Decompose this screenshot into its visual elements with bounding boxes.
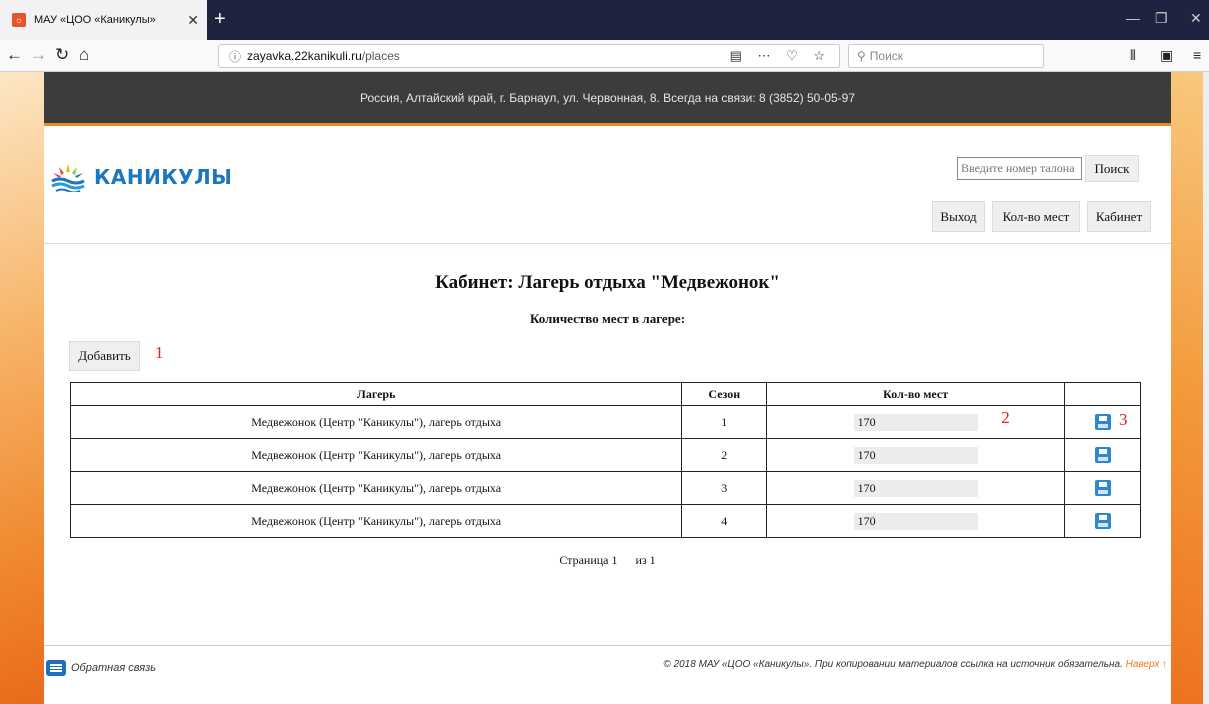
chat-icon xyxy=(46,660,66,676)
save-icon[interactable] xyxy=(1094,480,1111,497)
page-label: Страница 1 xyxy=(559,553,618,567)
marker-2: 2 xyxy=(1001,408,1010,427)
add-button[interactable]: Добавить xyxy=(69,341,140,371)
camp-cell: Медвежонок (Центр "Каникулы"), лагерь от… xyxy=(69,471,683,505)
new-tab-icon[interactable]: + xyxy=(214,8,226,31)
table-header-row: Лагерь Сезон Кол-во мест xyxy=(69,382,1141,406)
sidebar-icon[interactable]: ▣ xyxy=(1160,47,1173,64)
page-content: Россия, Алтайский край, г. Барнаул, ул. … xyxy=(44,72,1171,704)
url-bar[interactable]: ⓘ zayavka.22kanikuli.ru/places ▤ ⋯ ♡ ☆ xyxy=(218,44,840,68)
save-icon[interactable] xyxy=(1094,414,1111,431)
search-button[interactable]: Поиск xyxy=(1085,155,1139,182)
col-header-places: Кол-во мест xyxy=(766,382,1066,406)
places-input[interactable]: 170 xyxy=(853,413,978,431)
col-header-season: Сезон xyxy=(681,382,768,406)
actions-cell xyxy=(1064,438,1141,472)
season-cell: 4 xyxy=(681,504,768,538)
tab-title: МАУ «ЦОО «Каникулы» xyxy=(34,14,156,26)
table-row: Медвежонок (Центр "Каникулы"), лагерь от… xyxy=(69,471,1141,505)
library-icon[interactable]: ⫴ xyxy=(1130,47,1136,64)
camp-cell: Медвежонок (Центр "Каникулы"), лагерь от… xyxy=(69,405,683,439)
places-button[interactable]: Кол-во мест xyxy=(992,201,1080,232)
window-close-icon[interactable]: ✕ xyxy=(1190,10,1202,27)
ticket-search-input[interactable] xyxy=(957,157,1082,180)
browser-tab[interactable]: ☼ МАУ «ЦОО «Каникулы» ✕ xyxy=(0,0,207,40)
actions-cell xyxy=(1064,504,1141,538)
page-total: из 1 xyxy=(635,553,656,567)
places-table: Лагерь Сезон Кол-во мест Медвежонок (Цен… xyxy=(69,382,1141,538)
places-cell: 170 xyxy=(766,471,1066,505)
contact-info: Россия, Алтайский край, г. Барнаул, ул. … xyxy=(359,90,856,105)
scrollbar[interactable] xyxy=(1203,72,1209,704)
actions-cell xyxy=(1064,471,1141,505)
background-decoration-right xyxy=(1171,72,1203,704)
logo-text: КАНИКУЛЫ xyxy=(94,165,233,189)
browser-search-field[interactable]: ⚲ Поиск xyxy=(848,44,1044,68)
save-icon[interactable] xyxy=(1094,513,1111,530)
close-tab-icon[interactable]: ✕ xyxy=(187,12,199,29)
col-header-actions xyxy=(1064,382,1141,406)
marker-1: 1 xyxy=(155,343,164,362)
season-cell: 3 xyxy=(681,471,768,505)
info-icon[interactable]: ⓘ xyxy=(229,48,241,65)
footer-divider xyxy=(44,645,1171,646)
feedback-link[interactable]: Обратная связь xyxy=(46,660,156,676)
places-input[interactable]: 170 xyxy=(853,512,978,530)
page-title: Кабинет: Лагерь отдыха "Медвежонок" xyxy=(435,272,780,293)
copyright: © 2018 МАУ «ЦОО «Каникулы». При копирова… xyxy=(663,659,1167,670)
camp-cell: Медвежонок (Центр "Каникулы"), лагерь от… xyxy=(69,438,683,472)
header-divider xyxy=(44,243,1171,244)
season-cell: 1 xyxy=(681,405,768,439)
search-placeholder: Поиск xyxy=(869,49,904,63)
to-top-link[interactable]: Наверх ↑ xyxy=(1126,659,1167,670)
cabinet-button[interactable]: Кабинет xyxy=(1087,201,1151,232)
camp-cell: Медвежонок (Центр "Каникулы"), лагерь от… xyxy=(69,504,683,538)
menu-icon[interactable]: ≡ xyxy=(1193,47,1201,63)
contact-strip: Россия, Алтайский край, г. Барнаул, ул. … xyxy=(44,72,1171,126)
site-favicon-icon: ☼ xyxy=(12,13,26,27)
marker-3: 3 xyxy=(1119,410,1128,429)
url-actions-icon[interactable]: ▤ ⋯ ♡ ☆ xyxy=(730,48,831,64)
url-text: zayavka.22kanikuli.ru/places xyxy=(247,49,400,63)
search-icon: ⚲ xyxy=(857,49,866,63)
places-input[interactable]: 170 xyxy=(853,479,978,497)
table-row: Медвежонок (Центр "Каникулы"), лагерь от… xyxy=(69,504,1141,538)
places-input[interactable]: 170 xyxy=(853,446,978,464)
table-row: Медвежонок (Центр "Каникулы"), лагерь от… xyxy=(69,405,1141,439)
restore-icon[interactable]: ❐ xyxy=(1155,10,1168,27)
reload-icon[interactable]: ↻ xyxy=(55,45,69,65)
col-header-camp: Лагерь xyxy=(69,382,683,406)
places-cell: 170 2 xyxy=(766,405,1066,439)
background-decoration xyxy=(0,72,44,704)
season-cell: 2 xyxy=(681,438,768,472)
pagination: Страница 1 из 1 xyxy=(44,553,1171,568)
places-cell: 170 xyxy=(766,504,1066,538)
copyright-text: © 2018 МАУ «ЦОО «Каникулы». При копирова… xyxy=(663,659,1123,670)
browser-navbar: ← → ↻ ⌂ ⓘ zayavka.22kanikuli.ru/places ▤… xyxy=(0,40,1209,72)
places-cell: 170 xyxy=(766,438,1066,472)
forward-icon[interactable]: → xyxy=(30,45,47,65)
save-icon[interactable] xyxy=(1094,447,1111,464)
home-icon[interactable]: ⌂ xyxy=(79,45,89,65)
actions-cell: 3 xyxy=(1064,405,1141,439)
logout-button[interactable]: Выход xyxy=(932,201,985,232)
browser-tabbar: ☼ МАУ «ЦОО «Каникулы» ✕ + — ❐ ✕ xyxy=(0,0,1209,40)
feedback-label: Обратная связь xyxy=(71,662,157,674)
back-icon[interactable]: ← xyxy=(6,45,23,65)
minimize-icon[interactable]: — xyxy=(1126,10,1140,26)
sun-waves-icon xyxy=(51,164,85,192)
site-logo[interactable]: КАНИКУЛЫ xyxy=(50,162,232,192)
page-subtitle: Количество мест в лагере: xyxy=(529,311,686,326)
table-row: Медвежонок (Центр "Каникулы"), лагерь от… xyxy=(69,438,1141,472)
